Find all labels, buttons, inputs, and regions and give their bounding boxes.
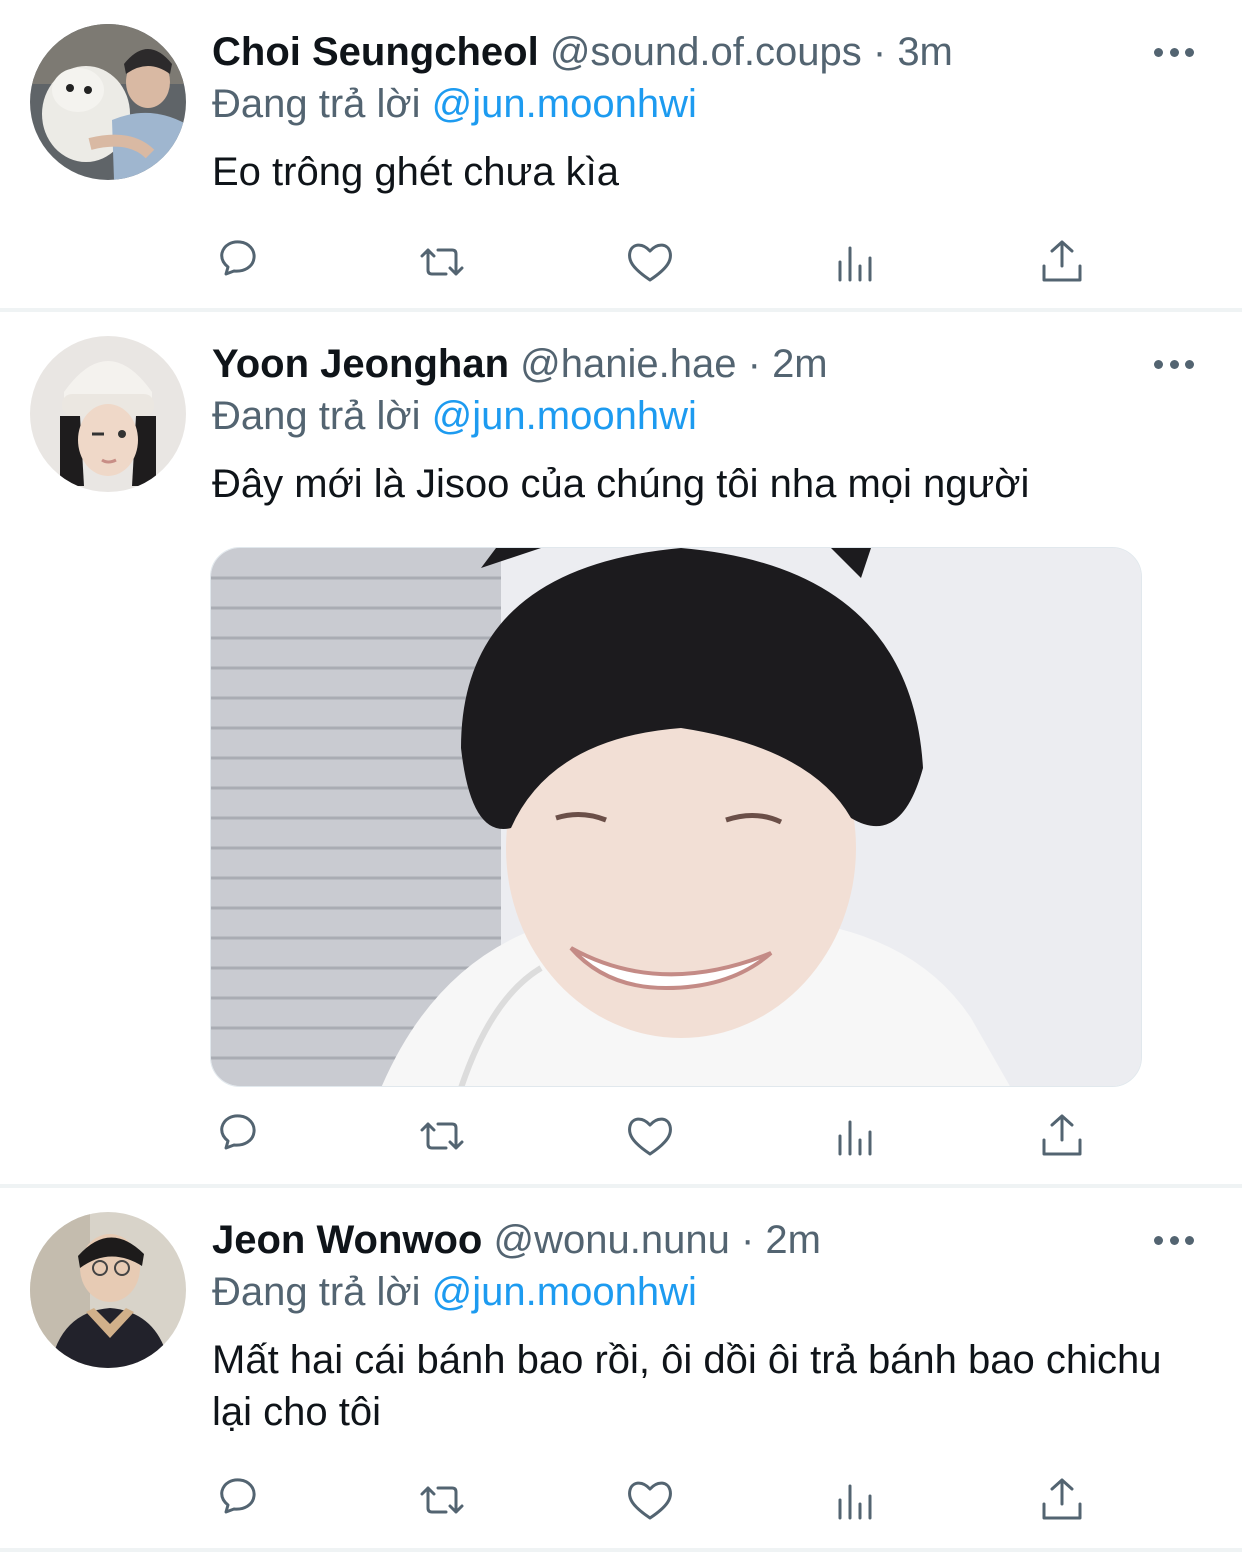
more-icon[interactable] bbox=[1146, 34, 1202, 70]
more-icon[interactable] bbox=[1146, 1222, 1202, 1258]
like-button[interactable] bbox=[624, 236, 676, 288]
tweet-3[interactable]: Jeon Wonwoo @wonu.nunu · 2m Đang trả lời… bbox=[0, 1188, 1242, 1548]
tweet-text: Eo trông ghét chưa kìa bbox=[212, 150, 620, 194]
retweet-icon bbox=[420, 1486, 464, 1514]
views-button[interactable] bbox=[832, 236, 884, 288]
share-icon bbox=[1042, 1478, 1082, 1520]
share-button[interactable] bbox=[1036, 236, 1088, 288]
heart-icon bbox=[628, 1117, 672, 1156]
display-name[interactable]: Jeon Wonwoo bbox=[212, 1218, 482, 1262]
reply-mention-link[interactable]: @jun.moonhwi bbox=[432, 82, 697, 126]
timestamp[interactable]: 3m bbox=[897, 30, 953, 74]
views-icon bbox=[838, 246, 872, 282]
views-button[interactable] bbox=[832, 1110, 884, 1162]
like-button[interactable] bbox=[624, 1110, 676, 1162]
views-button[interactable] bbox=[832, 1474, 884, 1526]
tweet-header: Yoon Jeonghan @hanie.hae · 2m bbox=[212, 334, 828, 394]
reply-context: Đang trả lời @jun.moonhwi bbox=[212, 1264, 697, 1320]
reply-prefix: Đang trả lời bbox=[212, 1270, 421, 1314]
reply-icon bbox=[220, 1114, 256, 1150]
tweet-media-image[interactable] bbox=[210, 547, 1142, 1087]
retweet-icon bbox=[420, 248, 464, 276]
reply-context: Đang trả lời @jun.moonhwi bbox=[212, 388, 697, 444]
action-bar bbox=[212, 1110, 1092, 1162]
views-icon bbox=[838, 1120, 872, 1156]
tweet-text: Mất hai cái bánh bao rồi, ôi dồi ôi trả … bbox=[212, 1338, 1162, 1434]
avatar[interactable] bbox=[30, 1212, 186, 1368]
tweet-1[interactable]: Choi Seungcheol @sound.of.coups · 3m Đan… bbox=[0, 0, 1242, 308]
reply-mention-link[interactable]: @jun.moonhwi bbox=[432, 394, 697, 438]
user-handle[interactable]: @wonu.nunu bbox=[493, 1218, 729, 1262]
share-button[interactable] bbox=[1036, 1110, 1088, 1162]
retweet-button[interactable] bbox=[416, 1110, 468, 1162]
reply-prefix: Đang trả lời bbox=[212, 82, 421, 126]
heart-icon bbox=[628, 243, 672, 282]
divider bbox=[0, 1548, 1242, 1552]
display-name[interactable]: Yoon Jeonghan bbox=[212, 342, 509, 386]
timestamp[interactable]: 2m bbox=[765, 1218, 821, 1262]
share-icon bbox=[1042, 240, 1082, 282]
action-bar bbox=[212, 236, 1092, 288]
separator-dot: · bbox=[740, 1218, 755, 1262]
user-handle[interactable]: @sound.of.coups bbox=[550, 30, 862, 74]
retweet-button[interactable] bbox=[416, 236, 468, 288]
tweet-text: Đây mới là Jisoo của chúng tôi nha mọi n… bbox=[212, 462, 1030, 506]
reply-icon bbox=[220, 240, 256, 276]
separator-dot: · bbox=[747, 342, 761, 386]
like-button[interactable] bbox=[624, 1474, 676, 1526]
heart-icon bbox=[628, 1481, 672, 1520]
share-icon bbox=[1042, 1114, 1082, 1156]
reply-icon bbox=[220, 1478, 256, 1514]
retweet-icon bbox=[420, 1122, 464, 1150]
more-icon[interactable] bbox=[1146, 346, 1202, 382]
user-handle[interactable]: @hanie.hae bbox=[520, 342, 736, 386]
reply-prefix: Đang trả lời bbox=[212, 394, 421, 438]
action-bar bbox=[212, 1474, 1092, 1526]
separator-dot: · bbox=[872, 30, 887, 74]
reply-button[interactable] bbox=[212, 1474, 264, 1526]
tweet-header: Jeon Wonwoo @wonu.nunu · 2m bbox=[212, 1210, 821, 1270]
avatar[interactable] bbox=[30, 336, 186, 492]
avatar[interactable] bbox=[30, 24, 186, 180]
display-name[interactable]: Choi Seungcheol bbox=[212, 30, 539, 74]
reply-button[interactable] bbox=[212, 1110, 264, 1162]
reply-context: Đang trả lời @jun.moonhwi bbox=[212, 76, 697, 132]
share-button[interactable] bbox=[1036, 1474, 1088, 1526]
reply-button[interactable] bbox=[212, 236, 264, 288]
timestamp[interactable]: 2m bbox=[772, 342, 828, 386]
retweet-button[interactable] bbox=[416, 1474, 468, 1526]
reply-mention-link[interactable]: @jun.moonhwi bbox=[432, 1270, 697, 1314]
views-icon bbox=[838, 1484, 872, 1520]
tweet-header: Choi Seungcheol @sound.of.coups · 3m bbox=[212, 22, 953, 82]
